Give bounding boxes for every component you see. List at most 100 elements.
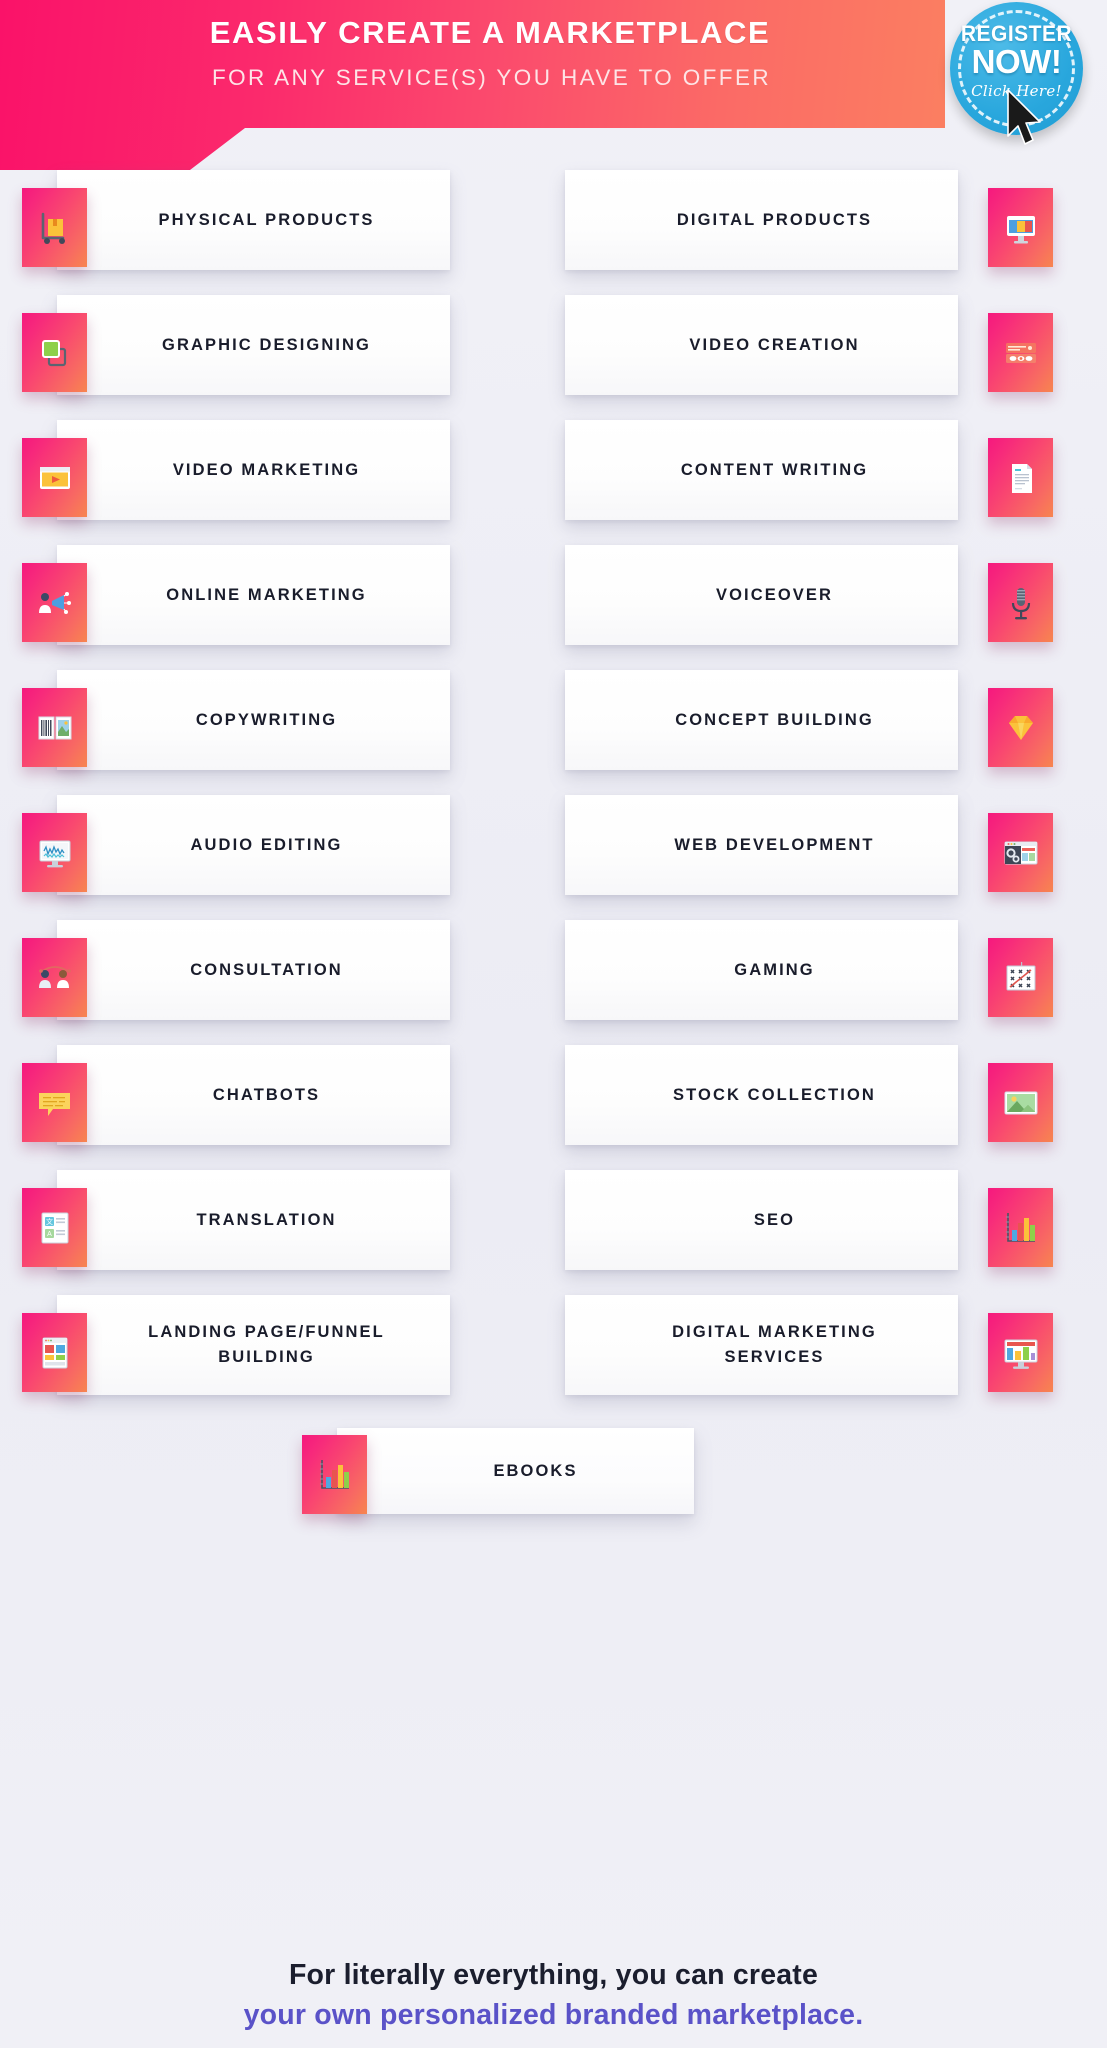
infographic-page: EASILY CREATE A MARKETPLACE FOR ANY SERV… <box>0 0 1107 2048</box>
service-cell-right: CONTENT WRITING <box>553 420 1106 545</box>
service-label: EBOOKS <box>493 1461 578 1480</box>
diamond-icon <box>988 688 1053 767</box>
bar-chart-growth-icon <box>988 1188 1053 1267</box>
banner-text-block: EASILY CREATE A MARKETPLACE FOR ANY SERV… <box>0 0 945 95</box>
service-card[interactable]: CONCEPT BUILDING <box>565 670 958 770</box>
page-title: EASILY CREATE A MARKETPLACE <box>209 15 771 50</box>
service-cell-left: CONSULTATION <box>0 920 553 1045</box>
document-page-icon <box>988 438 1053 517</box>
service-cell-right: STOCK COLLECTION <box>553 1045 1106 1170</box>
service-card[interactable]: VOICEOVER <box>565 545 958 645</box>
service-card[interactable]: PHYSICAL PRODUCTS <box>57 170 450 270</box>
service-row: TRANSLATION 文 A SEO <box>0 1170 1107 1295</box>
header-banner: EASILY CREATE A MARKETPLACE FOR ANY SERV… <box>0 0 945 170</box>
footer-tagline: For literally everything, you can create… <box>0 1957 1107 2034</box>
svg-text:文: 文 <box>46 1217 53 1226</box>
service-label: CHATBOTS <box>212 1085 321 1104</box>
service-label: CONTENT WRITING <box>680 460 869 479</box>
strategy-board-icon <box>988 938 1053 1017</box>
service-label: DIGITAL MARKETING SERVICES <box>672 1323 877 1366</box>
translate-documents-icon: 文 A <box>22 1188 87 1267</box>
service-card[interactable]: CONSULTATION <box>57 920 450 1020</box>
service-cell-left: LANDING PAGE/FUNNEL BUILDING <box>0 1295 553 1420</box>
service-label: AUDIO EDITING <box>190 835 343 854</box>
footer-line-1: For literally everything, you can create <box>288 1958 819 1991</box>
desktop-monitor-icon <box>988 188 1053 267</box>
service-card[interactable]: AUDIO EDITING <box>57 795 450 895</box>
service-row-final: EBOOKS <box>0 1420 1107 1530</box>
browser-gears-icon <box>988 813 1053 892</box>
service-card[interactable]: GAMING <box>565 920 958 1020</box>
service-label: GAMING <box>734 960 815 979</box>
footer-line-2: your own personalized branded marketplac… <box>243 1998 864 2031</box>
audio-waveform-monitor-icon <box>22 813 87 892</box>
service-card[interactable]: SEO <box>565 1170 958 1270</box>
service-card[interactable]: TRANSLATION <box>57 1170 450 1270</box>
service-label: CONCEPT BUILDING <box>675 710 874 729</box>
service-card[interactable]: LANDING PAGE/FUNNEL BUILDING <box>57 1295 450 1395</box>
service-label: PHYSICAL PRODUCTS <box>158 210 375 229</box>
service-card[interactable]: VIDEO MARKETING <box>57 420 450 520</box>
service-cell-right: DIGITAL PRODUCTS <box>553 170 1106 295</box>
badge-line-now: NOW! <box>971 43 1062 80</box>
service-cell-left: COPYWRITING <box>0 670 553 795</box>
service-cell-right: WEB DEVELOPMENT <box>553 795 1106 920</box>
service-cell-right: GAMING <box>553 920 1106 1045</box>
service-label: VIDEO CREATION <box>689 335 860 354</box>
service-label: LANDING PAGE/FUNNEL BUILDING <box>148 1323 385 1366</box>
service-label: GRAPHIC DESIGNING <box>162 335 371 354</box>
service-row: LANDING PAGE/FUNNEL BUILDING DIGITAL MAR… <box>0 1295 1107 1420</box>
service-card[interactable]: CONTENT WRITING <box>565 420 958 520</box>
service-row: CHATBOTS STOCK COLLECTION <box>0 1045 1107 1170</box>
services-grid: PHYSICAL PRODUCTS DIGITAL PRODUCTS GRAPH… <box>0 170 1107 1530</box>
service-cell-left: ONLINE MARKETING <box>0 545 553 670</box>
open-book-icon <box>22 688 87 767</box>
speech-bubble-icon <box>22 1063 87 1142</box>
page-layout-icon <box>22 1313 87 1392</box>
monitor-dashboard-icon <box>988 1313 1053 1392</box>
service-label: SEO <box>753 1210 796 1229</box>
service-label: DIGITAL PRODUCTS <box>676 210 873 229</box>
service-card[interactable]: GRAPHIC DESIGNING <box>57 295 450 395</box>
service-label: COPYWRITING <box>195 710 338 729</box>
video-player-window-icon <box>22 438 87 517</box>
hand-truck-boxes-icon <box>22 188 87 267</box>
service-label: VOICEOVER <box>715 585 833 604</box>
service-label: TRANSLATION <box>196 1210 337 1229</box>
service-cell-left: TRANSLATION 文 A <box>0 1170 553 1295</box>
service-card[interactable]: ONLINE MARKETING <box>57 545 450 645</box>
service-row: CONSULTATION GAMING <box>0 920 1107 1045</box>
service-row: AUDIO EDITING WEB DEVELOPMENT <box>0 795 1107 920</box>
service-label: WEB DEVELOPMENT <box>674 835 875 854</box>
service-cell-left: GRAPHIC DESIGNING <box>0 295 553 420</box>
service-card[interactable]: COPYWRITING <box>57 670 450 770</box>
service-cell-left: CHATBOTS <box>0 1045 553 1170</box>
cursor-arrow-icon <box>1007 89 1041 145</box>
service-label: VIDEO MARKETING <box>172 460 361 479</box>
service-row: GRAPHIC DESIGNING VIDEO CREATION <box>0 295 1107 420</box>
service-row: VIDEO MARKETING CONTENT WRITING <box>0 420 1107 545</box>
service-card[interactable]: VIDEO CREATION <box>565 295 958 395</box>
svg-text:A: A <box>47 1231 52 1238</box>
service-card[interactable]: WEB DEVELOPMENT <box>565 795 958 895</box>
service-card[interactable]: DIGITAL PRODUCTS <box>565 170 958 270</box>
service-cell-left: PHYSICAL PRODUCTS <box>0 170 553 295</box>
service-card[interactable]: STOCK COLLECTION <box>565 1045 958 1145</box>
service-cell-left: VIDEO MARKETING <box>0 420 553 545</box>
microphone-icon <box>988 563 1053 642</box>
page-subtitle: FOR ANY SERVICE(S) YOU HAVE TO OFFER <box>211 64 771 90</box>
register-now-badge[interactable]: REGISTER NOW! Click Here! <box>950 2 1083 145</box>
service-label: ONLINE MARKETING <box>166 585 367 604</box>
two-people-chat-icon <box>22 938 87 1017</box>
photo-image-icon <box>988 1063 1053 1142</box>
service-cell-right: SEO <box>553 1170 1106 1295</box>
service-row: ONLINE MARKETING VOICEOVER <box>0 545 1107 670</box>
service-row: COPYWRITING CONCEPT BUILDING <box>0 670 1107 795</box>
service-card[interactable]: EBOOKS <box>337 1428 694 1514</box>
service-card[interactable]: CHATBOTS <box>57 1045 450 1145</box>
bar-chart-growth-icon <box>302 1435 367 1514</box>
service-cell-right: CONCEPT BUILDING <box>553 670 1106 795</box>
video-editor-timeline-icon <box>988 313 1053 392</box>
megaphone-person-icon <box>22 563 87 642</box>
service-card[interactable]: DIGITAL MARKETING SERVICES <box>565 1295 958 1395</box>
